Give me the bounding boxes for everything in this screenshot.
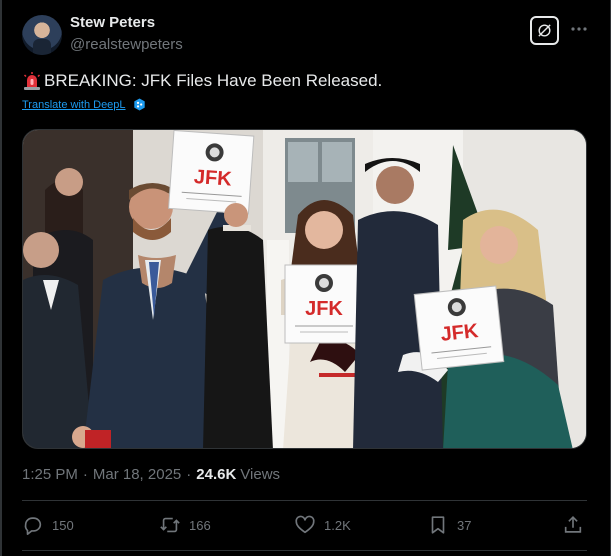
siren-emoji-icon (23, 72, 41, 90)
sign-text-2: JFK (305, 298, 343, 320)
tweet-meta: 1:25 PM · Mar 18, 2025 · 24.6K Views (22, 466, 280, 483)
author-name[interactable]: Stew Peters (70, 14, 155, 31)
reply-button[interactable]: 150 (22, 512, 74, 538)
translate-label[interactable]: Translate with DeepL (22, 99, 126, 111)
meta-separator: · (186, 466, 192, 483)
tweet-media-photo[interactable]: JFK JFK JFK (22, 129, 587, 449)
like-icon (295, 515, 315, 534)
bookmark-icon (431, 516, 445, 534)
action-bar: 150 166 1.2K 37 (22, 512, 587, 538)
reply-count: 150 (52, 517, 74, 533)
more-options-button[interactable] (568, 18, 590, 40)
photo-scene: JFK JFK JFK (23, 130, 586, 448)
divider-top (22, 500, 587, 501)
tweet-date[interactable]: Mar 18, 2025 (93, 466, 181, 483)
repost-button[interactable]: 166 (159, 512, 211, 538)
grok-icon (538, 24, 551, 37)
bookmark-button[interactable]: 37 (427, 512, 471, 538)
views-count[interactable]: 24.6K (196, 466, 236, 483)
sign-text-3: JFK (440, 320, 480, 346)
sign-text-1: JFK (193, 166, 233, 191)
reply-icon (24, 517, 42, 535)
views-label: Views (240, 466, 281, 483)
bookmark-count: 37 (457, 517, 472, 533)
tweet-time[interactable]: 1:25 PM (22, 466, 78, 483)
tweet-text: BREAKING: JFK Files Have Been Released. (22, 71, 382, 91)
divider-bottom (22, 550, 587, 551)
more-icon (571, 27, 587, 31)
deepl-icon (133, 98, 145, 111)
repost-icon (160, 517, 180, 533)
grok-button[interactable] (530, 16, 559, 45)
author-avatar[interactable] (22, 15, 62, 55)
meta-separator: · (82, 466, 88, 483)
author-handle[interactable]: @realstewpeters (70, 36, 183, 53)
share-button[interactable] (562, 512, 592, 538)
frame-left-border (0, 0, 2, 556)
repost-count: 166 (189, 517, 211, 533)
translate-link[interactable]: Translate with DeepL (22, 98, 146, 111)
like-count: 1.2K (324, 517, 351, 533)
like-button[interactable]: 1.2K (294, 512, 351, 538)
share-icon (564, 516, 582, 533)
tweet-body: BREAKING: JFK Files Have Been Released. (44, 71, 383, 90)
